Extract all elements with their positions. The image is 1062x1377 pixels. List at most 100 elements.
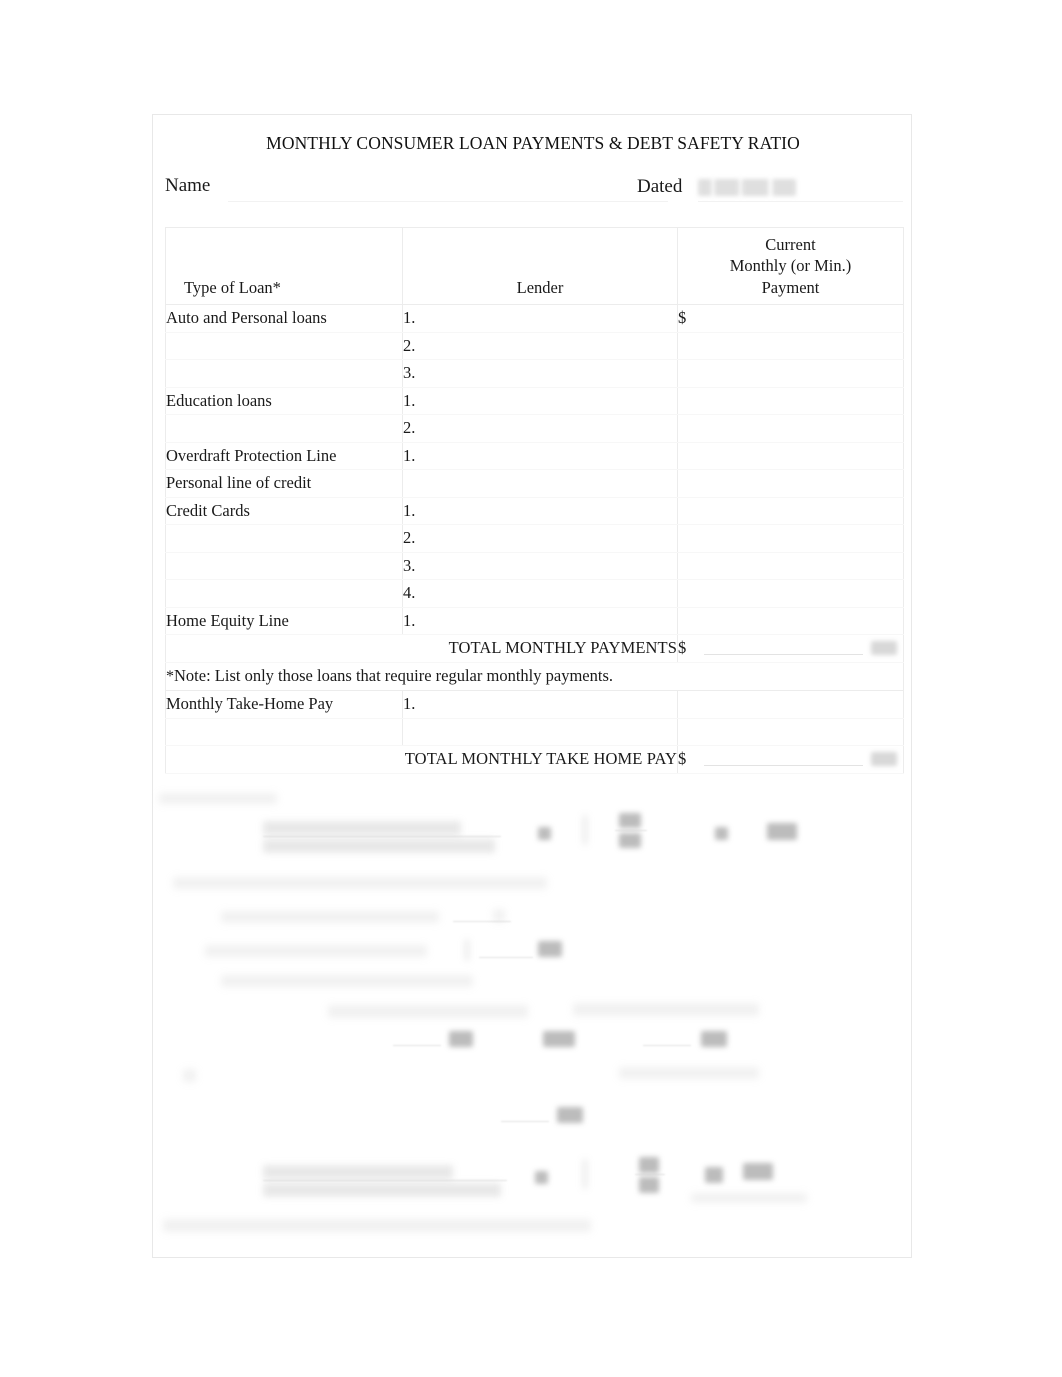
total-take-home-pay-label: TOTAL MONTHLY TAKE HOME PAY (165, 745, 678, 774)
redacted-value-f (557, 1107, 583, 1123)
payment-entry-cell[interactable] (677, 414, 904, 443)
lender-entry-cell[interactable]: 3. (402, 551, 678, 580)
redacted-instruction-line (173, 877, 547, 889)
total-monthly-payments-value-cell[interactable]: $ (677, 634, 904, 663)
lender-item-number: 1. (403, 308, 416, 327)
redacted-formula2-denominator (263, 1183, 501, 1197)
lender-entry-cell[interactable]: 3. (402, 359, 678, 388)
payment-entry-cell[interactable] (677, 331, 904, 360)
redacted-formula2-numerator (263, 1165, 453, 1179)
redacted-value-b (619, 833, 641, 848)
take-home-entry-cell[interactable]: 1. (402, 690, 678, 719)
loan-type-cell (165, 551, 403, 580)
total-take-home-rule (704, 764, 863, 766)
lender-entry-cell[interactable]: 2. (402, 331, 678, 360)
redacted-fraction-bar-4 (635, 1174, 665, 1175)
table-row: 2. (165, 331, 904, 360)
redacted-formula-denominator (263, 839, 495, 853)
total-take-home-pay-row: TOTAL MONTHLY TAKE HOME PAY $ (165, 745, 904, 774)
loan-payments-table: Type of Loan* Lender Current Monthly (or… (165, 227, 904, 774)
payment-entry-cell[interactable] (677, 579, 904, 608)
lender-entry-cell[interactable]: 2. (402, 414, 678, 443)
lender-item-number: 3. (403, 363, 416, 382)
redacted-sub-item-1-value (493, 909, 505, 922)
note-text: Note: List only those loans that require… (174, 665, 613, 685)
note-row: *Note: List only those loans that requir… (165, 661, 904, 691)
total-monthly-payments-label: TOTAL MONTHLY PAYMENTS (165, 634, 678, 663)
redacted-value-a (619, 813, 641, 828)
redacted-divider-bar-3 (583, 1159, 587, 1189)
take-home-entry-cell[interactable] (402, 717, 678, 746)
lender-item-number: 1. (403, 390, 416, 410)
payment-entry-cell[interactable]: $ (677, 304, 904, 333)
payment-entry-cell[interactable] (677, 386, 904, 415)
lender-entry-cell[interactable]: 2. (402, 524, 678, 553)
loan-type-cell: Home Equity Line (165, 606, 403, 635)
redacted-value-e (701, 1031, 727, 1047)
total-payments-rule (704, 653, 863, 655)
lender-item-number: 2. (403, 335, 416, 355)
redacted-fraction-bar (263, 836, 501, 837)
page-title: MONTHLY CONSUMER LOAN PAYMENTS & DEBT SA… (266, 133, 800, 153)
table-row: 3. (165, 359, 904, 388)
total-payments-redacted-value (871, 640, 897, 655)
redacted-sub-item-2-continued (221, 975, 473, 987)
loan-type-cell: Overdraft Protection Line (165, 441, 403, 470)
lender-item-number: 1. (403, 610, 416, 630)
payment-entry-cell[interactable] (677, 606, 904, 635)
lender-item-number: 2. (403, 528, 416, 547)
redacted-blank-rule-4 (643, 1045, 691, 1046)
table-row: Monthly Take-Home Pay 1. (165, 690, 904, 719)
redacted-result-percent-2 (743, 1163, 773, 1180)
payment-entry-cell[interactable] (677, 496, 904, 525)
redacted-value-d (543, 1031, 575, 1047)
dollar-sign: $ (678, 308, 687, 327)
lender-entry-cell[interactable]: 1. (402, 304, 678, 333)
redacted-equals-sign-3 (535, 1171, 548, 1184)
table-row: Credit Cards 1. (165, 496, 904, 525)
header-type-of-loan: Type of Loan* (165, 227, 403, 305)
loan-type-cell: Personal line of credit (165, 469, 403, 498)
loan-rows-body: Auto and Personal loans 1. $ 2. 3. Educa… (165, 304, 904, 774)
redacted-equals-sign-4 (705, 1167, 723, 1183)
lender-item-number: 2. (403, 418, 416, 437)
dated-value-redacted[interactable] (698, 179, 796, 196)
table-header-row: Type of Loan* Lender Current Monthly (or… (165, 227, 904, 305)
payment-entry-cell[interactable] (677, 551, 904, 580)
dollar-sign: $ (678, 638, 687, 657)
loan-type-cell (165, 579, 403, 608)
lender-entry-cell[interactable]: 1. (402, 441, 678, 470)
redacted-divider-bar (583, 815, 587, 845)
redacted-bullet (183, 1069, 196, 1082)
redacted-footnote-right (691, 1193, 807, 1203)
lender-entry-cell[interactable]: 4. (402, 579, 678, 608)
lender-entry-cell[interactable]: 1. (402, 606, 678, 635)
payment-entry-cell[interactable] (677, 524, 904, 553)
payment-entry-cell[interactable] (677, 469, 904, 498)
take-home-payment-cell[interactable] (677, 717, 904, 746)
name-label: Name (165, 175, 211, 196)
total-take-home-value-cell[interactable]: $ (677, 745, 904, 774)
table-row: Home Equity Line 1. (165, 606, 904, 635)
lender-entry-cell[interactable]: 1. (402, 496, 678, 525)
dated-input-rule[interactable] (698, 201, 903, 202)
table-row: 3. (165, 551, 904, 580)
loan-type-cell: Education loans (165, 386, 403, 415)
lender-entry-cell[interactable]: 1. (402, 386, 678, 415)
lender-entry-cell[interactable] (402, 469, 678, 498)
payment-entry-cell[interactable] (677, 441, 904, 470)
loan-type-cell (165, 414, 403, 443)
redacted-value-c (449, 1031, 473, 1047)
redacted-sub-item-1 (221, 911, 439, 923)
debt-safety-ratio-section-redacted (153, 787, 913, 1257)
document-page: MONTHLY CONSUMER LOAN PAYMENTS & DEBT SA… (152, 114, 912, 1258)
loan-type-cell (165, 359, 403, 388)
take-home-label-cell (165, 717, 403, 746)
redacted-blank-rule-5 (501, 1121, 549, 1122)
header-payment-line-2: Monthly (or Min.) (729, 256, 852, 276)
redacted-fraction-bar-3 (263, 1180, 507, 1181)
name-input-rule[interactable] (228, 201, 668, 202)
header-current-payment: Current Monthly (or Min.) Payment (677, 227, 904, 305)
payment-entry-cell[interactable] (677, 359, 904, 388)
take-home-payment-cell[interactable] (677, 690, 904, 719)
